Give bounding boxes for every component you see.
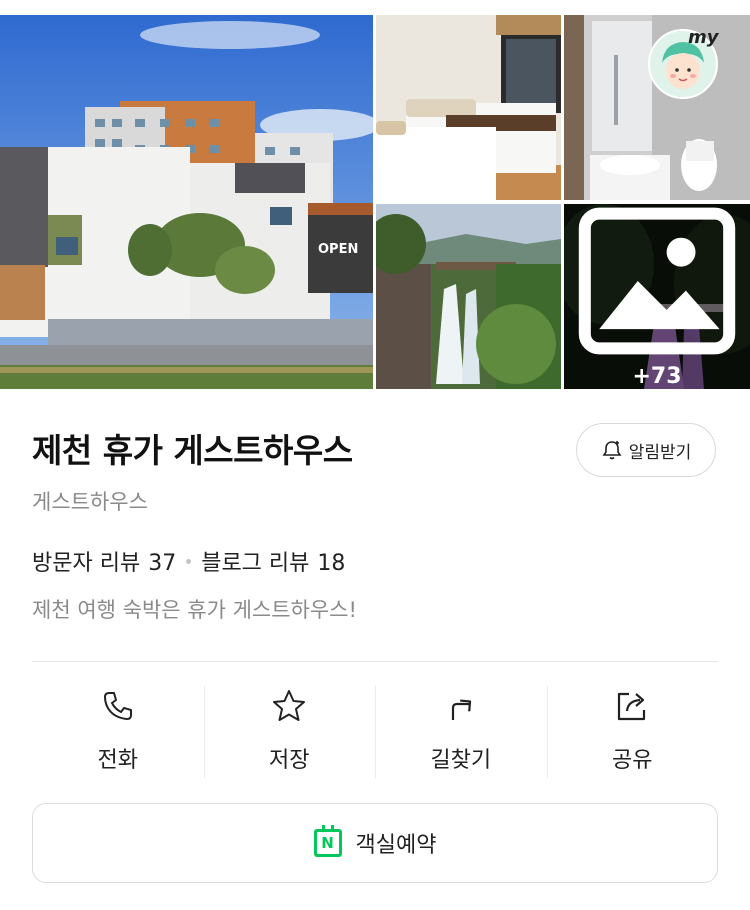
review-summary: 방문자 리뷰 37 블로그 리뷰 18 <box>32 545 345 577</box>
photo-main-building[interactable]: OPEN <box>0 15 373 389</box>
building-image: OPEN <box>0 15 373 389</box>
share-label: 공유 <box>612 748 653 773</box>
image-icon <box>578 207 736 355</box>
blog-review-count: 18 <box>317 551 346 576</box>
room-image <box>376 15 561 200</box>
alarm-button[interactable]: 알림받기 <box>576 423 716 477</box>
action-bar: 전화 저장 길찾기 공유 <box>32 686 718 780</box>
directions-arrow-icon <box>451 699 471 720</box>
bell-plus-icon <box>602 441 622 460</box>
more-photos-count: +73 <box>632 364 682 389</box>
phone-icon <box>103 692 132 720</box>
call-label: 전화 <box>97 748 138 773</box>
place-description: 제천 여행 숙박은 휴가 게스트하우스! <box>32 598 357 622</box>
photo-waterfall[interactable] <box>376 204 561 389</box>
place-category: 게스트하우스 <box>32 490 148 514</box>
room-booking-label: 객실예약 <box>355 833 437 858</box>
directions-label: 길찾기 <box>430 748 492 773</box>
divider <box>32 661 718 662</box>
naver-booking-icon: N <box>313 825 342 857</box>
place-title: 제천 휴가 게스트하우스 <box>32 431 353 470</box>
save-label: 저장 <box>269 748 310 773</box>
directions-button[interactable]: 길찾기 <box>375 686 547 780</box>
more-photos-overlay[interactable]: +73 <box>564 204 750 389</box>
visitor-review-count: 37 <box>148 551 177 576</box>
star-icon <box>273 690 306 721</box>
waterfall-image <box>376 204 561 389</box>
photo-gallery: OPEN my +73 <box>0 15 750 389</box>
my-badge-text: my <box>688 27 719 48</box>
room-booking-button[interactable]: N 객실예약 <box>32 803 718 883</box>
separator-dot <box>186 558 192 564</box>
photo-room[interactable] <box>376 15 561 200</box>
sign-text: OPEN <box>318 242 358 257</box>
blog-review-label: 블로그 리뷰 <box>201 551 310 576</box>
save-button[interactable]: 저장 <box>203 686 376 780</box>
visitor-review-label: 방문자 리뷰 <box>32 551 141 576</box>
blog-review-link[interactable]: 블로그 리뷰 18 <box>201 545 345 577</box>
call-button[interactable]: 전화 <box>32 686 204 780</box>
photo-bathroom[interactable]: my <box>564 15 750 200</box>
share-button[interactable]: 공유 <box>546 686 719 780</box>
alarm-button-label: 알림받기 <box>628 442 692 463</box>
photo-more[interactable]: +73 <box>564 204 750 389</box>
share-icon <box>618 692 646 721</box>
my-avatar-badge[interactable]: my <box>648 27 719 99</box>
visitor-review-link[interactable]: 방문자 리뷰 37 <box>32 545 176 577</box>
